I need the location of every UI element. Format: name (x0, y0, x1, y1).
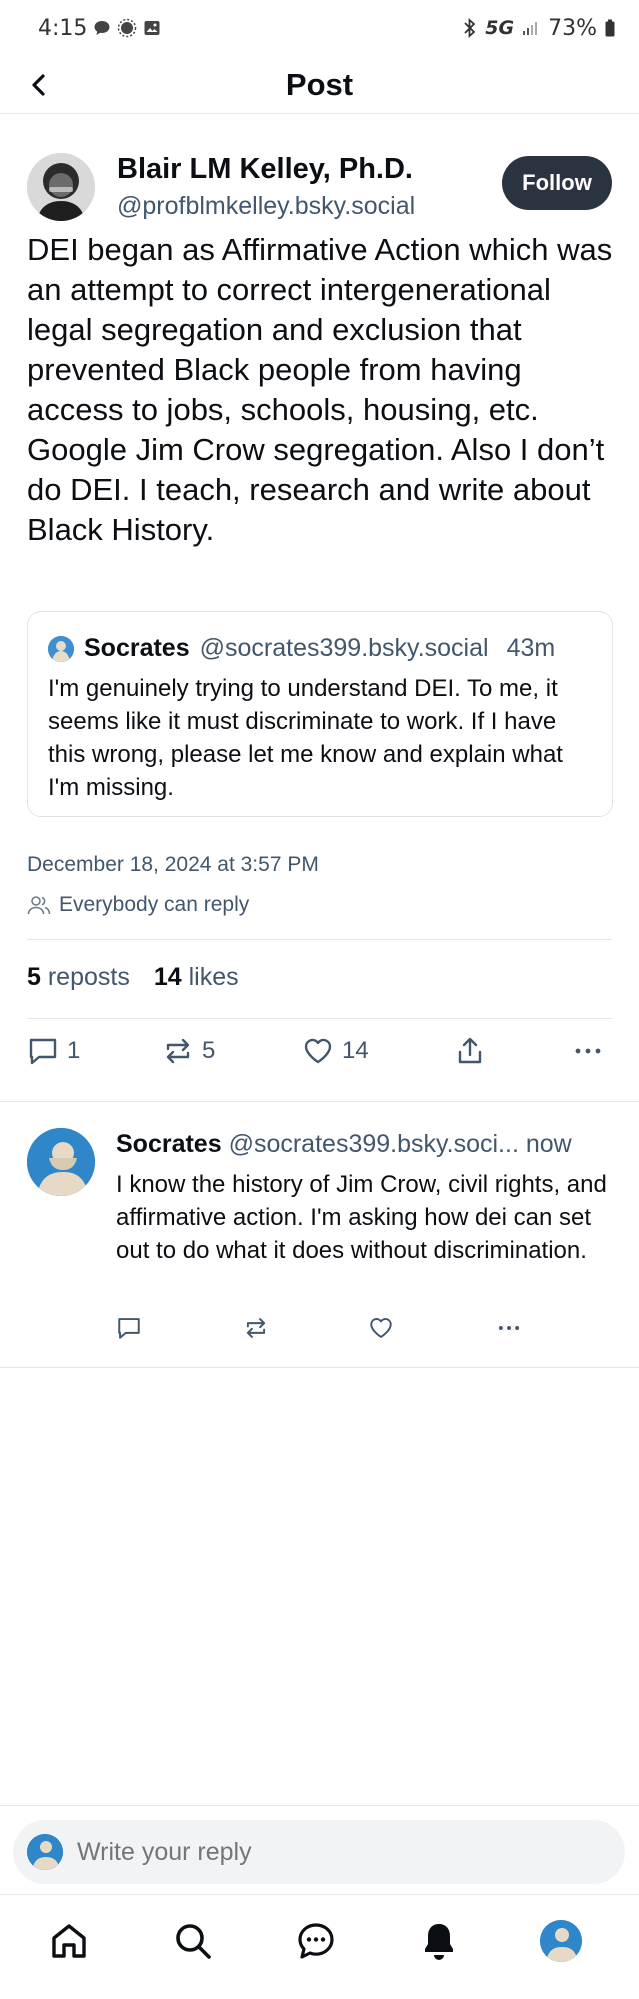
bell-icon (425, 1924, 453, 1960)
follow-button[interactable]: Follow (502, 156, 612, 210)
more-options-button[interactable] (572, 1035, 604, 1067)
comment-icon (29, 1038, 57, 1065)
repost-button[interactable]: 5 (162, 1035, 215, 1067)
reply-author-name[interactable]: Socrates (116, 1130, 222, 1158)
reply-header: Socrates @socrates399.bsky.soci... now (116, 1130, 616, 1159)
message-notification-icon (93, 19, 111, 37)
reply-count: 1 (67, 1037, 81, 1064)
reposts-count-link[interactable]: 5 reposts (27, 963, 130, 992)
reply-actions (116, 1315, 546, 1345)
likes-count-link[interactable]: 14 likes (154, 963, 239, 992)
battery-icon (605, 19, 615, 37)
reply-like-button[interactable] (368, 1315, 394, 1341)
battery-level: 73% (548, 15, 597, 41)
my-avatar (27, 1834, 63, 1870)
search-icon (176, 1924, 211, 1959)
reply-post[interactable]: Socrates @socrates399.bsky.soci... now I… (0, 1101, 639, 1367)
page-title: Post (285, 66, 354, 102)
share-icon (458, 1037, 482, 1064)
bluetooth-icon (463, 18, 477, 38)
post-text: DEI began as Affirmative Action which wa… (27, 232, 613, 547)
chat-icon (298, 1923, 334, 1959)
quoted-author-name: Socrates (84, 634, 190, 662)
reply-repost-button[interactable] (243, 1315, 269, 1341)
reply-text: I know the history of Jim Crow, civil ri… (116, 1171, 607, 1264)
repost-icon (166, 1038, 190, 1064)
share-button[interactable] (454, 1035, 486, 1067)
profile-avatar (540, 1920, 582, 1962)
status-left: 4:15 (38, 16, 161, 41)
likes-count: 14 (153, 963, 182, 991)
tab-chat[interactable] (292, 1917, 340, 1965)
more-horizontal-icon (498, 1326, 520, 1330)
like-button[interactable]: 14 (302, 1035, 369, 1067)
like-count: 14 (342, 1037, 369, 1064)
reposts-count: 5 (27, 963, 41, 991)
chevron-left-icon (32, 74, 45, 96)
comment-icon (118, 1318, 140, 1339)
top-bar: Post (0, 56, 639, 114)
reply-author-handle[interactable]: @socrates399.bsky.soci... (229, 1130, 519, 1158)
people-icon (27, 895, 51, 915)
reply-setting-label: Everybody can reply (59, 893, 250, 916)
tab-home[interactable] (45, 1917, 93, 1965)
reposts-label: reposts (47, 963, 130, 991)
bottom-tab-bar (0, 1894, 639, 1999)
reply-input[interactable] (77, 1837, 577, 1867)
reply-composer-box[interactable] (13, 1820, 625, 1884)
author-name[interactable]: Blair LM Kelley, Ph.D. (117, 153, 413, 186)
repost-count: 5 (202, 1037, 216, 1064)
tab-notifications[interactable] (415, 1917, 463, 1965)
more-horizontal-icon (575, 1048, 601, 1054)
engagement-counts: 5 reposts 14 likes (27, 963, 239, 992)
back-button[interactable] (22, 68, 56, 102)
status-time: 4:15 (38, 15, 88, 41)
quoted-post[interactable]: Socrates @socrates399.bsky.social 43m I'… (27, 611, 613, 817)
network-type: 5G (485, 17, 515, 39)
quoted-post-time: 43m (506, 634, 556, 662)
reply-time: now (525, 1130, 572, 1158)
repost-icon (246, 1318, 266, 1338)
status-bar: 4:15 5G 73% (0, 0, 639, 56)
author-avatar[interactable] (27, 153, 95, 221)
heart-icon (304, 1038, 332, 1064)
reply-button[interactable]: 1 (27, 1035, 80, 1067)
quoted-author-avatar (48, 635, 74, 662)
signal-icon (522, 20, 540, 36)
tab-search[interactable] (169, 1917, 217, 1965)
author-handle[interactable]: @profblmkelley.bsky.social (117, 192, 415, 221)
divider (27, 1018, 612, 1019)
reply-reply-button[interactable] (116, 1315, 142, 1341)
reply-setting[interactable]: Everybody can reply (27, 893, 249, 917)
app-notification-icon (117, 18, 137, 38)
reply-composer (0, 1805, 639, 1895)
divider (0, 1367, 639, 1368)
reply-author-avatar[interactable] (27, 1128, 95, 1196)
likes-label: likes (188, 963, 239, 991)
status-right: 5G 73% (463, 16, 615, 41)
divider (27, 939, 612, 940)
home-icon (52, 1924, 86, 1958)
post-author-row: Blair LM Kelley, Ph.D. @profblmkelley.bs… (27, 140, 612, 221)
quoted-author-handle: @socrates399.bsky.social (199, 634, 489, 662)
image-notification-icon (143, 19, 161, 37)
post-date: December 18, 2024 at 3:57 PM (27, 853, 319, 876)
quoted-post-text: I'm genuinely trying to understand DEI. … (48, 675, 563, 801)
tab-profile[interactable] (537, 1917, 585, 1965)
quoted-post-header: Socrates @socrates399.bsky.social 43m (48, 634, 555, 663)
heart-icon (370, 1318, 392, 1338)
post-actions: 1 5 14 (27, 1035, 612, 1075)
reply-more-options-button[interactable] (494, 1315, 524, 1341)
